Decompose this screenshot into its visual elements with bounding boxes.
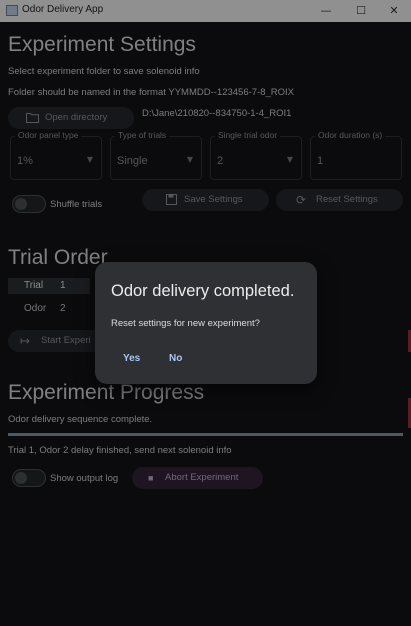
no-button[interactable]: No — [169, 350, 182, 368]
yes-button[interactable]: Yes — [123, 350, 140, 368]
dialog-message: Reset settings for new experiment? — [111, 318, 260, 329]
dialog-title: Odor delivery completed. — [111, 282, 295, 300]
completion-dialog: Odor delivery completed. Reset settings … — [95, 262, 317, 384]
